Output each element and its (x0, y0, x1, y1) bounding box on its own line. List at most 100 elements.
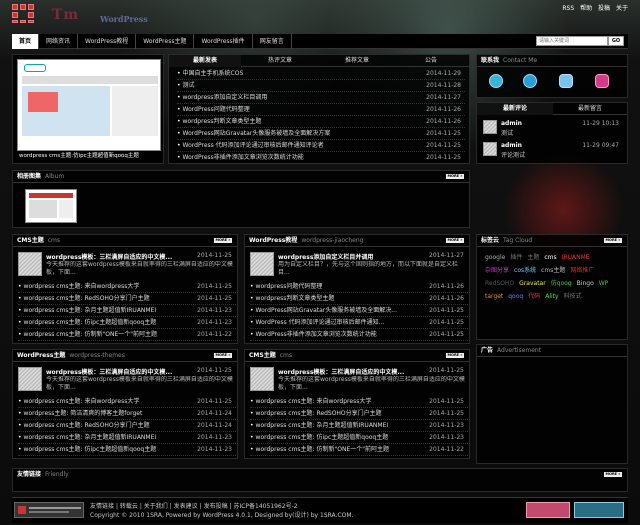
tag-link[interactable]: target (485, 292, 503, 301)
featured-thumbnail[interactable] (250, 367, 274, 391)
list-item[interactable]: • wordpress问题代码整理 2014-11-26 (250, 281, 468, 293)
tab-hot[interactable]: 热评文章 (241, 55, 319, 67)
rss-link[interactable]: RSS (562, 5, 574, 12)
nav-wp-themes[interactable]: WordPress主题 (136, 34, 195, 49)
tag-link[interactable]: cos系统 (514, 266, 536, 275)
tab-latest[interactable]: 最新发表 (169, 55, 241, 67)
tag-link[interactable]: WP (599, 279, 609, 288)
section-more-button[interactable]: MORE » (446, 238, 464, 243)
list-item[interactable]: • wordpress主题: 简洁清爽的博客主题forget 2014-11-24 (18, 408, 236, 420)
nav-guestbook[interactable]: 网友留言 (253, 34, 292, 49)
section-title[interactable]: CMS主题 (249, 352, 276, 359)
search-input[interactable] (536, 36, 608, 46)
tag-link[interactable]: cms (544, 253, 556, 262)
list-item[interactable]: • WordPress 代码添加评论通过审核后邮件通知... 2014-11-25 (250, 317, 468, 329)
section-more-button[interactable]: MORE » (214, 353, 232, 358)
tag-link[interactable]: Ality (545, 292, 558, 301)
tag-link[interactable]: google (485, 253, 505, 262)
list-item[interactable]: • wordpress cms主题: RedSOHO分享门户主题 2014-11-2… (250, 408, 468, 420)
list-item[interactable]: • WordPress非插件添加文章浏览次数统计功能 2014-11-25 (177, 152, 465, 164)
list-item[interactable]: • WordPress网站Gravatar头像服务被墙及全面解决... 2014-1… (250, 305, 468, 317)
tencent-weibo-icon[interactable] (489, 74, 503, 88)
friendly-more-button[interactable]: MORE » (604, 472, 622, 477)
section-title[interactable]: WordPress教程 (249, 237, 297, 244)
list-item[interactable]: • wordpress cms主题: 仿ipc主题超值新qooq主题 2014-11… (250, 432, 468, 444)
list-item[interactable]: • wordpress cms主题: 仿制新"ONE一个"前阿主题 2014-11-… (250, 444, 468, 456)
nav-wp-plugins[interactable]: WordPress插件 (194, 34, 253, 49)
tag-link[interactable]: 主题 (527, 253, 539, 262)
list-item[interactable]: • wordpress cms主题: 来自wordpress大学 2014-11-2… (18, 281, 236, 293)
list-item[interactable]: • 测试 2014-11-28 (177, 80, 465, 92)
help-link[interactable]: 帮助 (580, 5, 592, 12)
tab-latest-comments[interactable]: 最新评论 (477, 103, 553, 115)
tag-link[interactable]: Bingo (577, 279, 594, 288)
logo-word: Tm (52, 7, 80, 23)
tag-link[interactable]: RedSOHO (485, 279, 514, 288)
section-more-button[interactable]: MORE » (214, 238, 232, 243)
tag-link[interactable]: qooq (508, 292, 523, 301)
featured-title[interactable]: wordpress模板：三栏满屏自适应的中文模... (278, 367, 428, 376)
featured-slider[interactable]: wordpress cms主题:仿ipc主题超值新qooq主题 (12, 54, 164, 164)
tag-link[interactable]: Gravatar (519, 279, 546, 288)
list-item[interactable]: • WordPress非插件添加文章浏览次数统计功能 2014-11-25 (250, 329, 468, 341)
friendly-links-panel: 友情链接 Friendly MORE » (12, 468, 628, 492)
list-item[interactable]: • wordpress cms主题: 杂月主题超值新IRUANMEI 2014-11… (18, 432, 236, 444)
list-item[interactable]: • wordpress cms主题: RedSOHO分享门户主题 2014-11-2… (18, 420, 236, 432)
tab-recommend[interactable]: 推荐文章 (319, 55, 395, 67)
site-logo[interactable]: Tm WordPress (12, 4, 148, 26)
tag-link[interactable]: 科技式 (564, 292, 582, 301)
nav-wp-tutorial[interactable]: WordPress教程 (78, 34, 137, 49)
list-item[interactable]: • wordpress cms主题: 仿ipc主题超值新qooq主题 2014-11… (18, 317, 236, 329)
search-go-button[interactable]: GO (608, 36, 624, 46)
tab-notice[interactable]: 公告 (395, 55, 467, 67)
featured-title[interactable]: wordpress添加自定义栏目并调用 (278, 252, 428, 261)
list-item[interactable]: • wordpress判断文章类型主题 2014-11-26 (250, 293, 468, 305)
list-item[interactable]: • wordpress cms主题: 仿制新"ONE一个"前阿主题 2014-11-… (18, 329, 236, 341)
about-link[interactable]: 关于 (616, 5, 628, 12)
list-item[interactable]: • wordpress cms主题: 来自wordpress大学 2014-11-2… (18, 396, 236, 408)
featured-thumbnail[interactable] (18, 252, 42, 276)
sina-weibo-icon[interactable] (523, 74, 537, 88)
footer-badge-css (574, 502, 624, 518)
section-more-button[interactable]: MORE » (446, 353, 464, 358)
email-icon[interactable] (595, 74, 609, 88)
avatar (483, 142, 497, 156)
album-thumbnail[interactable] (25, 189, 77, 223)
tag-link[interactable]: 代码 (528, 292, 540, 301)
list-item[interactable]: • wordpress cms主题: 杂月主题超值新IRUANMEI 2014-11… (250, 420, 468, 432)
album-more-button[interactable]: MORE » (446, 174, 464, 179)
qq-icon[interactable] (559, 74, 573, 88)
section-title[interactable]: WordPress主题 (17, 352, 65, 359)
list-item[interactable]: • wordpress cms主题: 杂月主题超值新IRUANMEI 2014-11… (18, 305, 236, 317)
list-item[interactable]: • wordpress添加自定义栏目调用 2014-11-27 (177, 92, 465, 104)
list-item[interactable]: • 中国自主手机系统COS 2014-11-29 (177, 68, 465, 80)
list-item[interactable]: • WordPress问题代码整理 2014-11-26 (177, 104, 465, 116)
tag-link[interactable]: 仿qooq (551, 279, 572, 288)
featured-thumbnail[interactable] (250, 252, 274, 276)
nav-news[interactable]: 网络资讯 (39, 34, 79, 49)
tag-link[interactable]: cms主题 (541, 266, 565, 275)
featured-desc: 今天推荐的这套wordpress模板来自就率得的三栏满屏自适应的中文模板，下面.… (278, 376, 465, 391)
list-item[interactable]: • wordpress cms主题: 仿ipc主题超值新qooq主题 2014-11… (18, 444, 236, 456)
tags-more-button[interactable]: MORE » (604, 238, 622, 243)
comment-item[interactable]: admin 评论测试 11-29 09:47 (483, 141, 625, 161)
submit-link[interactable]: 投稿 (598, 5, 610, 12)
tag-link[interactable]: IRUANME (562, 253, 590, 262)
featured-title[interactable]: wordpress模板：三栏满屏自适应的中文模... (46, 367, 196, 376)
list-item[interactable]: • WordPress 代码添加评论通过审核后邮件通知评论者 2014-11-25 (177, 140, 465, 152)
slider-caption[interactable]: wordpress cms主题:仿ipc主题超值新qooq主题 (17, 151, 161, 162)
featured-thumbnail[interactable] (18, 367, 42, 391)
nav-home[interactable]: 首页 (12, 34, 40, 49)
featured-title[interactable]: wordpress模板：三栏满屏自适应的中文模... (46, 252, 196, 261)
section-title[interactable]: CMS主题 (17, 237, 44, 244)
list-item[interactable]: • wordpress判断文章类型主题 2014-11-26 (177, 116, 465, 128)
tag-link[interactable]: 插件 (510, 253, 522, 262)
tab-latest-messages[interactable]: 最新留言 (553, 103, 627, 115)
list-item[interactable]: • WordPress网站Gravatar头像服务被墙及全面解决方案 2014-11… (177, 128, 465, 140)
list-item[interactable]: • wordpress cms主题: RedSOHO分享门户主题 2014-11-2… (18, 293, 236, 305)
featured-date: 2014-11-27 (429, 252, 464, 259)
tag-link[interactable]: 网络推广 (570, 266, 594, 275)
tag-link[interactable]: 杂图分享 (485, 266, 509, 275)
list-item[interactable]: • wordpress cms主题: 来自wordpress大学 2014-11-2… (250, 396, 468, 408)
comment-item[interactable]: admin 测试 11-29 10:13 (483, 119, 625, 139)
